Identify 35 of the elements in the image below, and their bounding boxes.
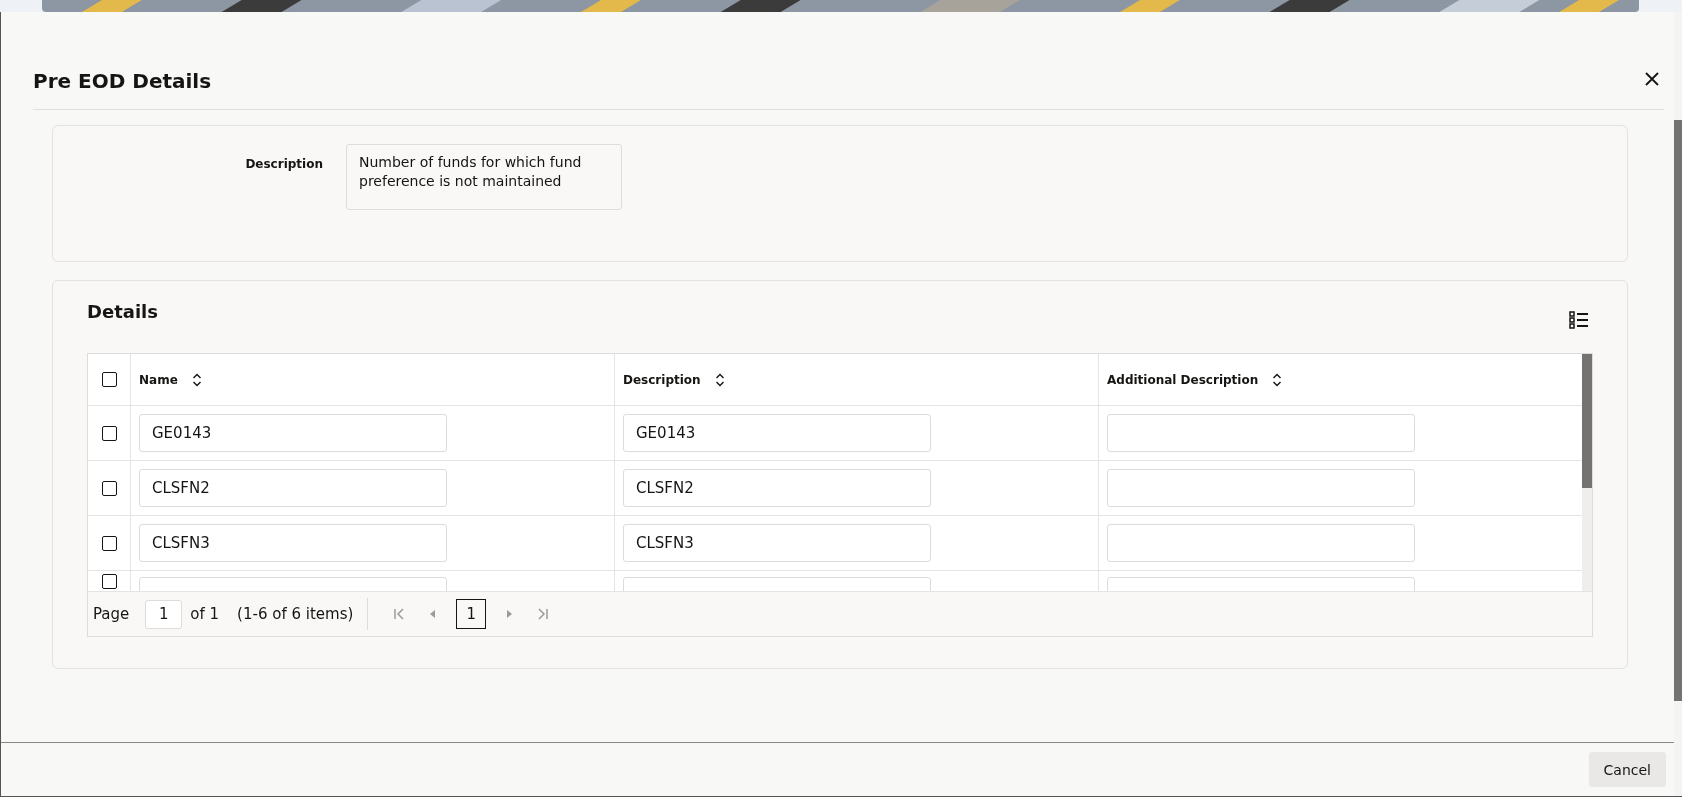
input-field[interactable]: GE0143	[623, 414, 931, 452]
sort-icon[interactable]	[714, 372, 725, 387]
field-label: Description	[244, 157, 323, 171]
checkbox[interactable]	[101, 480, 117, 496]
input-field[interactable]: CLSFN2	[139, 469, 447, 507]
input-field[interactable]: CLSFN2	[623, 469, 931, 507]
input-field[interactable]	[1107, 414, 1415, 452]
scrollbar[interactable]	[1582, 354, 1592, 591]
dialog-title: Pre EOD Details	[33, 68, 212, 95]
page-label: Page	[93, 605, 130, 623]
input-field[interactable]: CLSFN3	[623, 524, 931, 562]
page-button[interactable]: 1	[456, 599, 487, 629]
sort-icon[interactable]	[1272, 372, 1283, 387]
column-list-icon[interactable]	[1569, 311, 1589, 329]
cancel-button[interactable]: Cancel	[1588, 752, 1666, 787]
sort-icon[interactable]	[191, 372, 202, 387]
checkbox[interactable]	[101, 425, 117, 441]
checkbox[interactable]	[101, 535, 117, 551]
column-header[interactable]: Additional Description	[1107, 372, 1259, 387]
column-header[interactable]: Name	[139, 372, 178, 387]
checkbox[interactable]	[101, 372, 117, 387]
description-field[interactable]: Number of funds for which fund preference is not maintained	[346, 144, 622, 210]
scrollbar[interactable]	[1674, 12, 1682, 796]
input-field[interactable]	[1107, 524, 1415, 562]
checkbox[interactable]	[101, 574, 117, 589]
input-field[interactable]: CLSFN3	[139, 524, 447, 562]
item-range: (1-6 of 6 items)	[237, 605, 354, 623]
page-field[interactable]: 1	[145, 599, 183, 629]
last-page-icon[interactable]	[536, 607, 551, 621]
input-field[interactable]	[1107, 469, 1415, 507]
section-title: Details	[87, 301, 158, 322]
first-page-icon[interactable]	[392, 607, 407, 621]
column-header[interactable]: Description	[623, 372, 701, 387]
input-field[interactable]: GE0143	[139, 414, 447, 452]
page-count: of 1	[190, 605, 220, 623]
